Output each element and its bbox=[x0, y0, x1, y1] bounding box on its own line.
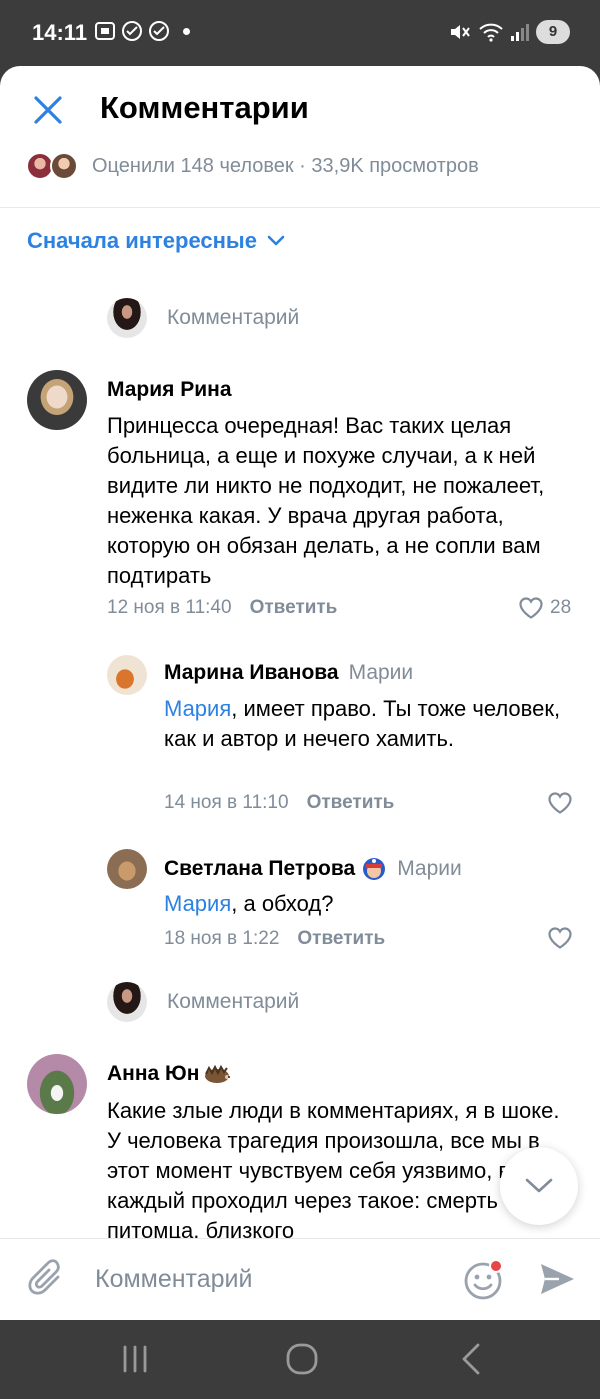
home-icon[interactable] bbox=[284, 1342, 320, 1376]
back-icon[interactable] bbox=[456, 1342, 486, 1376]
reply-placeholder: Комментарий bbox=[167, 990, 300, 1013]
avatar[interactable] bbox=[107, 849, 147, 889]
send-icon[interactable] bbox=[538, 1260, 576, 1298]
avatar bbox=[50, 152, 78, 180]
heart-icon bbox=[548, 927, 572, 949]
page-title: Комментарии bbox=[100, 90, 309, 125]
comment-date: 14 ноя в 11:10 bbox=[164, 792, 289, 813]
comment-author[interactable]: Марина Иванова Марии bbox=[164, 661, 413, 685]
status-time: 14:11 bbox=[32, 20, 88, 45]
status-system-icons: 9 bbox=[448, 20, 570, 44]
like-button[interactable] bbox=[547, 926, 573, 950]
close-icon[interactable] bbox=[30, 92, 66, 128]
comment-date: 18 ноя в 1:22 bbox=[164, 928, 280, 949]
status-notification-icons bbox=[94, 20, 190, 42]
heart-icon bbox=[519, 597, 543, 619]
heart-icon bbox=[548, 792, 572, 814]
comment-meta: 14 ноя в 11:10 Ответить bbox=[164, 792, 394, 814]
comment-author-name: Светлана Петрова bbox=[164, 857, 356, 880]
mute-icon bbox=[451, 25, 470, 39]
sort-dropdown[interactable]: Сначала интересные bbox=[27, 228, 285, 254]
reply-placeholder: Комментарий bbox=[167, 306, 300, 329]
more-notifications-dot bbox=[183, 27, 190, 35]
like-count: 28 bbox=[550, 597, 572, 618]
comment-author[interactable]: Светлана Петрова Марии bbox=[164, 856, 462, 882]
likes-and-views-stats[interactable]: Оценили 148 человек · 33,9K просмотров bbox=[92, 155, 479, 178]
wifi-icon bbox=[479, 23, 503, 42]
comment-text: Мария, имеет право. Ты тоже человек, как… bbox=[164, 694, 564, 754]
comment-meta: 18 ноя в 1:22 Ответить bbox=[164, 928, 385, 950]
mention-link[interactable]: Мария bbox=[164, 696, 231, 721]
status-bar: 14:11 9 bbox=[0, 0, 600, 66]
comment-author-name: Мария Рина bbox=[107, 378, 232, 401]
comment-author-name: Марина Иванова bbox=[164, 661, 339, 684]
reply-button[interactable]: Ответить bbox=[297, 928, 385, 949]
reply-button[interactable]: Ответить bbox=[250, 597, 338, 618]
like-button[interactable]: 28 bbox=[518, 596, 571, 620]
reply-to-name: Марии bbox=[397, 857, 462, 880]
sort-label: Сначала интересные bbox=[27, 228, 257, 253]
comment-text: Мария, а обход? bbox=[164, 889, 564, 919]
comment-author-name: Анна Юн bbox=[107, 1062, 200, 1085]
smile-icon[interactable] bbox=[462, 1258, 506, 1302]
mention-link[interactable]: Мария bbox=[164, 891, 231, 916]
comment-date: 12 ноя в 11:40 bbox=[107, 597, 232, 618]
reply-field[interactable]: Комментарий bbox=[107, 981, 299, 1023]
comment-author[interactable]: Мария Рина bbox=[107, 378, 232, 402]
recents-icon[interactable] bbox=[118, 1342, 152, 1376]
chevron-down-icon bbox=[267, 235, 285, 246]
like-button[interactable] bbox=[547, 791, 573, 815]
comment-input[interactable]: Комментарий bbox=[95, 1265, 252, 1294]
comments-header: Комментарии Оценили 148 человек · 33,9K … bbox=[0, 66, 600, 208]
reply-field[interactable]: Комментарий bbox=[107, 297, 299, 339]
captain-badge-icon bbox=[363, 858, 386, 880]
screenshot-icon bbox=[95, 22, 115, 40]
avatar[interactable] bbox=[27, 370, 87, 430]
avatar[interactable] bbox=[27, 1054, 87, 1114]
paperclip-icon[interactable] bbox=[28, 1259, 68, 1301]
avatar bbox=[107, 298, 147, 338]
signal-icon bbox=[511, 24, 529, 41]
comment-composer: Комментарий bbox=[0, 1238, 600, 1320]
check-circle-icon bbox=[122, 21, 142, 41]
chevron-down-icon bbox=[525, 1178, 553, 1193]
hedgehog-emoji-icon bbox=[205, 1064, 231, 1083]
avatar[interactable] bbox=[107, 655, 147, 695]
reply-to-name: Марии bbox=[348, 661, 414, 684]
comment-text: Принцесса очередная! Вас таких целая бол… bbox=[107, 413, 545, 588]
comment-text-body: , а обход? bbox=[231, 891, 334, 916]
comments-sheet: Комментарии Оценили 148 человек · 33,9K … bbox=[0, 66, 600, 1320]
comment-author[interactable]: Анна Юн bbox=[107, 1062, 231, 1086]
liked-by-avatars[interactable] bbox=[26, 152, 80, 180]
scroll-down-button[interactable] bbox=[500, 1147, 578, 1225]
comment-meta: 12 ноя в 11:40 Ответить bbox=[107, 597, 337, 619]
battery-indicator: 9 bbox=[536, 20, 570, 44]
reply-button[interactable]: Ответить bbox=[307, 792, 395, 813]
system-nav-bar bbox=[0, 1320, 600, 1399]
avatar bbox=[107, 982, 147, 1022]
check-circle-icon bbox=[149, 21, 169, 41]
